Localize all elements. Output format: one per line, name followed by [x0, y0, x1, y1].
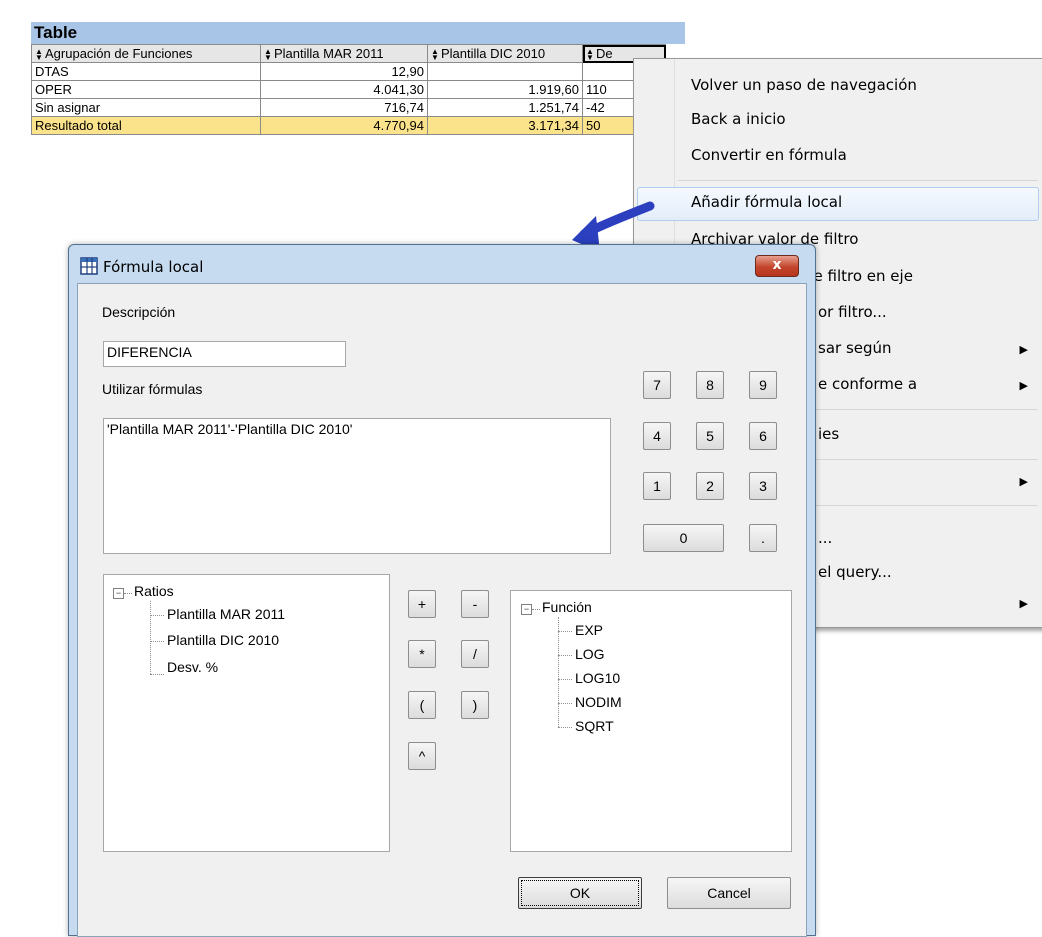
operator-minus-button[interactable]: - — [461, 590, 489, 618]
tree-node-log10[interactable]: LOG10 — [575, 670, 620, 686]
key-4-button[interactable]: 4 — [643, 422, 671, 450]
table-row: Sin asignar 716,74 1.251,74 -42 — [31, 98, 666, 117]
cell: 4.041,30 — [260, 80, 428, 99]
key-3-button[interactable]: 3 — [749, 472, 777, 500]
submenu-arrow-icon: ▶ — [1019, 379, 1028, 392]
tree-node-ratios[interactable]: Ratios — [134, 583, 174, 599]
key-8-button[interactable]: 8 — [696, 371, 724, 399]
menu-item-propiedades[interactable]: ies — [818, 421, 839, 447]
cell: 1.919,60 — [427, 80, 583, 99]
cell: 12,90 — [260, 62, 428, 81]
collapse-icon[interactable]: − — [113, 588, 124, 599]
cell: 4.770,94 — [260, 116, 428, 135]
operator-close-paren-button[interactable]: ) — [461, 691, 489, 719]
tree-node-desv[interactable]: Desv. % — [167, 659, 218, 675]
data-grid: ▲ ▼ Agrupación de Funciones ▲ ▼ Plantilla MA… — [31, 44, 666, 135]
report-table: Table ▲ ▼ Agrupación de Funciones ▲ ▼ Planti… — [31, 22, 685, 135]
tree-node-exp[interactable]: EXP — [575, 622, 603, 638]
tree-node-plantilla-mar-2011[interactable]: Plantilla MAR 2011 — [167, 606, 285, 622]
key-1-button[interactable]: 1 — [643, 472, 671, 500]
submenu-arrow-icon: ▶ — [1019, 597, 1028, 610]
menu-item-conforme[interactable]: e conforme a — [818, 371, 917, 397]
operator-multiply-button[interactable]: * — [408, 640, 436, 668]
menu-separator — [678, 180, 1038, 181]
key-6-button[interactable]: 6 — [749, 422, 777, 450]
tree-node-nodim[interactable]: NODIM — [575, 694, 622, 710]
cell: 3.171,34 — [427, 116, 583, 135]
column-header-agrupacion[interactable]: ▲ ▼ Agrupación de Funciones — [31, 44, 261, 63]
table-icon — [80, 257, 98, 275]
table-row: OPER 4.041,30 1.919,60 110 — [31, 80, 666, 99]
row-label: DTAS — [31, 62, 261, 81]
dialog-title: Fórmula local — [103, 258, 204, 276]
operator-divide-button[interactable]: / — [461, 640, 489, 668]
tree-node-plantilla-dic-2010[interactable]: Plantilla DIC 2010 — [167, 632, 279, 648]
tree-node-funcion[interactable]: Función — [542, 599, 592, 615]
tree-node-log[interactable]: LOG — [575, 646, 605, 662]
menu-item-back-inicio[interactable]: Back a inicio — [691, 106, 786, 132]
collapse-icon[interactable]: − — [521, 604, 532, 615]
column-header-mar-2011[interactable]: ▲ ▼ Plantilla MAR 2011 — [260, 44, 428, 63]
header-row: ▲ ▼ Agrupación de Funciones ▲ ▼ Plantilla MA… — [31, 44, 666, 63]
operator-open-paren-button[interactable]: ( — [408, 691, 436, 719]
key-dot-button[interactable]: . — [749, 524, 777, 552]
sort-icon[interactable]: ▲ ▼ — [264, 47, 272, 61]
row-label: OPER — [31, 80, 261, 99]
menu-item-filtro-eje[interactable]: de filtro en eje — [804, 263, 913, 289]
menu-item-query[interactable]: el query... — [818, 559, 892, 585]
key-5-button[interactable]: 5 — [696, 422, 724, 450]
ratios-tree[interactable]: − Ratios Plantilla MAR 2011 Plantilla DI… — [103, 574, 390, 852]
column-header-dic-2010[interactable]: ▲ ▼ Plantilla DIC 2010 — [427, 44, 583, 63]
menu-item-anadir-formula-local[interactable]: Añadir fórmula local — [691, 189, 842, 215]
ok-button[interactable]: OK — [518, 877, 642, 909]
key-0-button[interactable]: 0 — [643, 524, 724, 552]
operator-power-button[interactable]: ^ — [408, 742, 436, 770]
menu-item-filtro[interactable]: or filtro... — [818, 299, 887, 325]
submenu-arrow-icon: ▶ — [1019, 475, 1028, 488]
cancel-button[interactable]: Cancel — [667, 877, 791, 909]
funcion-tree[interactable]: − Función EXP LOG LOG10 NODIM SQRT — [510, 590, 792, 852]
menu-item-convertir-formula[interactable]: Convertir en fórmula — [691, 142, 847, 168]
key-2-button[interactable]: 2 — [696, 472, 724, 500]
menu-item-ellipsis[interactable]: ... — [818, 525, 832, 551]
key-9-button[interactable]: 9 — [749, 371, 777, 399]
key-7-button[interactable]: 7 — [643, 371, 671, 399]
sort-icon[interactable]: ▲ ▼ — [586, 47, 594, 61]
formula-textarea[interactable]: 'Plantilla MAR 2011'-'Plantilla DIC 2010… — [103, 418, 611, 554]
utilizar-formulas-label: Utilizar fórmulas — [102, 381, 203, 397]
sort-icon[interactable]: ▲ ▼ — [35, 47, 43, 61]
cell — [427, 62, 583, 81]
row-label: Sin asignar — [31, 98, 261, 117]
total-row: Resultado total 4.770,94 3.171,34 50 — [31, 116, 666, 135]
submenu-arrow-icon: ▶ — [1019, 343, 1028, 356]
close-button[interactable]: x — [755, 255, 799, 277]
table-row: DTAS 12,90 0 — [31, 62, 666, 81]
cell: 716,74 — [260, 98, 428, 117]
cell: 1.251,74 — [427, 98, 583, 117]
menu-item-sar-segun[interactable]: sar según — [818, 335, 892, 361]
tree-node-sqrt[interactable]: SQRT — [575, 718, 614, 734]
row-label: Resultado total — [31, 116, 261, 135]
table-title: Table — [31, 22, 685, 44]
sort-icon[interactable]: ▲ ▼ — [431, 47, 439, 61]
descripcion-label: Descripción — [102, 304, 176, 320]
menu-item-volver[interactable]: Volver un paso de navegación — [691, 72, 917, 98]
formula-local-dialog: Fórmula local x Descripción DIFERENCIA U… — [68, 244, 816, 937]
descripcion-input[interactable]: DIFERENCIA — [103, 341, 346, 367]
dialog-body: Descripción DIFERENCIA Utilizar fórmulas… — [77, 283, 807, 937]
operator-plus-button[interactable]: + — [408, 590, 436, 618]
